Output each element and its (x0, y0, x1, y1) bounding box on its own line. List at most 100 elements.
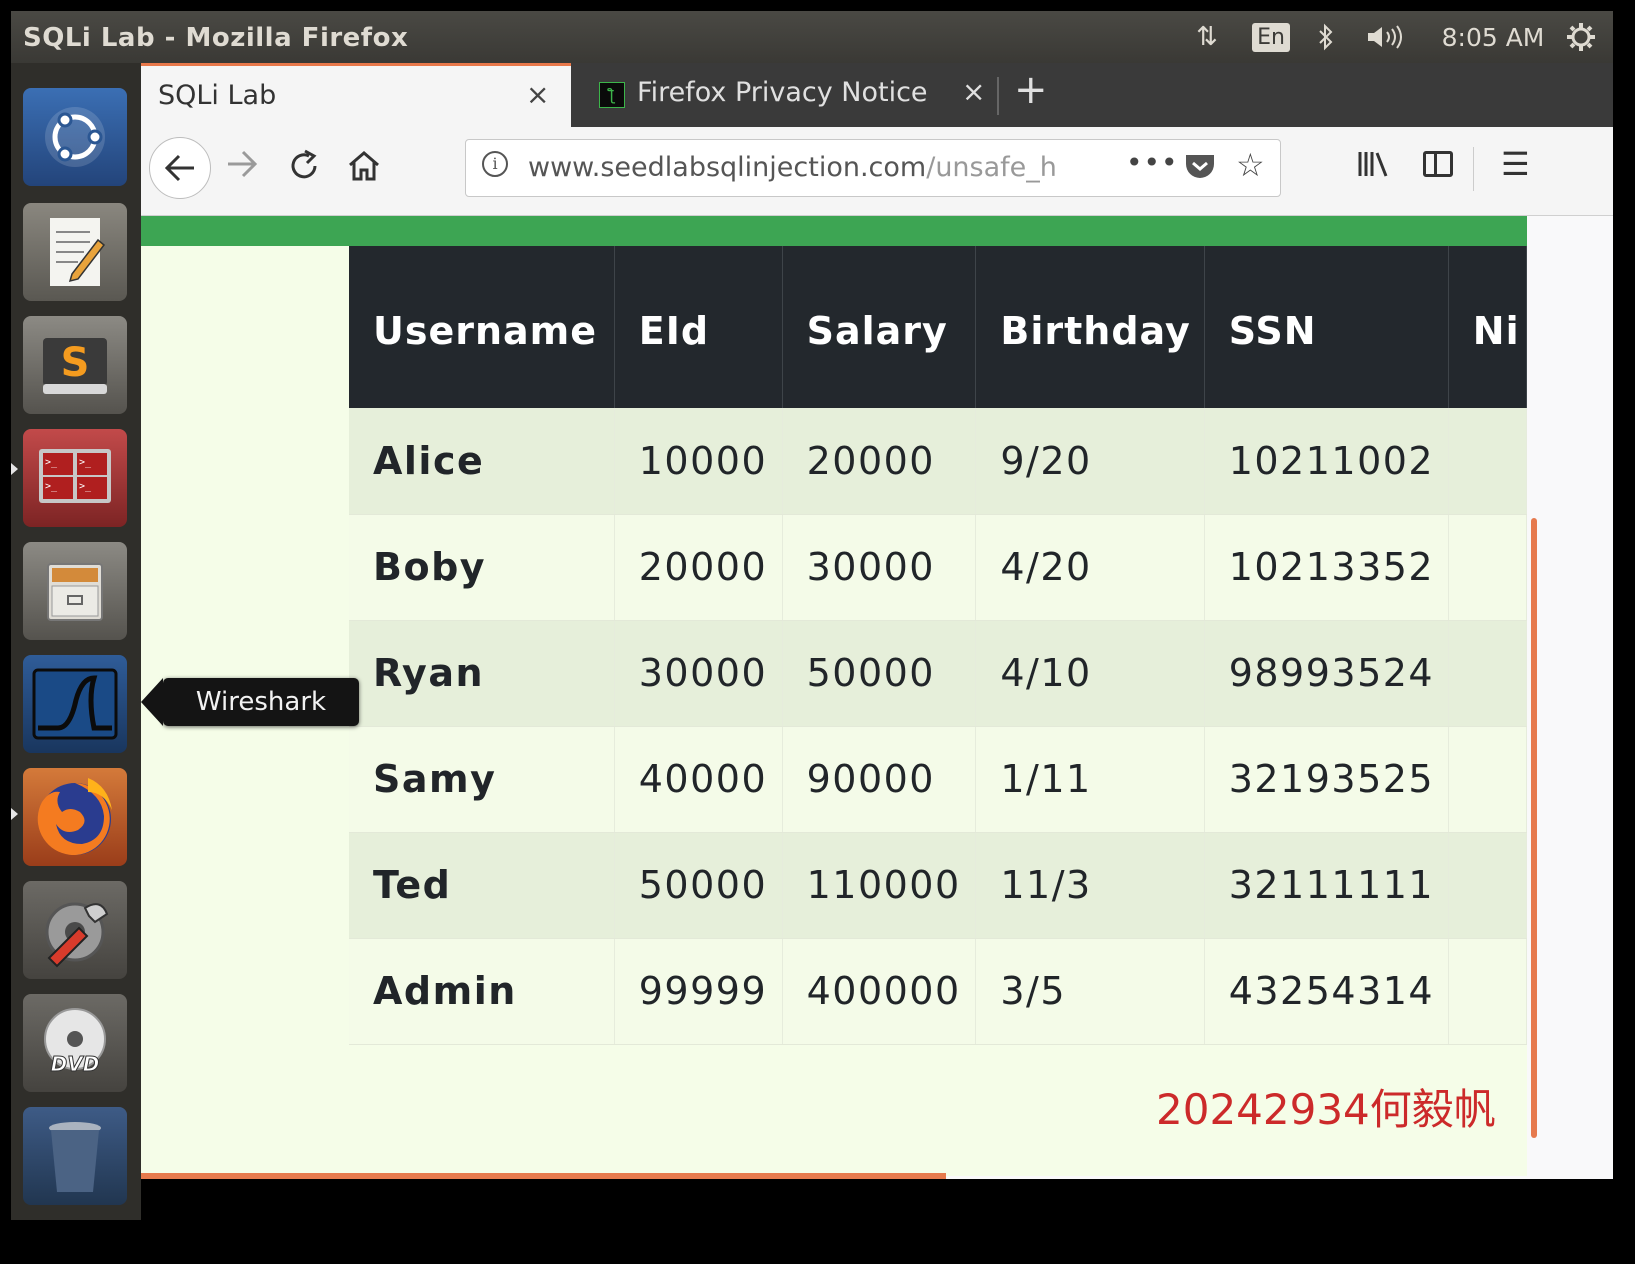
sidebar-toggle-icon[interactable] (1423, 151, 1453, 177)
column-header-username: Username (349, 246, 615, 408)
svg-text:>_: >_ (79, 481, 92, 492)
tab-label: SQLi Lab (158, 80, 277, 111)
url-bar[interactable]: i www.seedlabsqlinjection.com/unsafe_h •… (465, 139, 1281, 197)
cell-ssn: 10213352 (1204, 514, 1449, 621)
window-title: SQLi Lab - Mozilla Firefox (23, 23, 409, 53)
url-text[interactable]: www.seedlabsqlinjection.com/unsafe_h (528, 152, 1058, 183)
table-header-row: Username EId Salary Birthday SSN Ni (349, 246, 1527, 408)
tooltip-arrow (141, 678, 163, 726)
home-icon (349, 151, 379, 181)
cell-username: Alice (349, 408, 615, 515)
cell-ssn: 98993524 (1204, 620, 1449, 727)
cell-nickname (1448, 832, 1527, 939)
cell-salary: 400000 (782, 938, 977, 1045)
top-panel: SQLi Lab - Mozilla Firefox ⇅ En 8:05 AM (11, 11, 1613, 63)
cell-eid: 20000 (614, 514, 783, 621)
terminal-icon[interactable]: >_ >_ >_ >_ (23, 429, 127, 527)
svg-text:>_: >_ (45, 457, 58, 468)
reload-button[interactable] (287, 149, 321, 183)
tab-label: Firefox Privacy Notice — (637, 77, 927, 108)
table-row: Boby 20000 30000 4/20 10213352 (349, 514, 1527, 621)
table-row: Admin 99999 400000 3/5 43254314 (349, 938, 1527, 1045)
cell-birthday: 3/5 (975, 938, 1205, 1045)
favicon-icon: ƪ (599, 82, 625, 108)
back-button[interactable] (149, 137, 211, 199)
new-tab-button[interactable]: + (1014, 67, 1048, 113)
top-green-bar (141, 216, 1527, 246)
tab-firefox-privacy-notice[interactable]: ƪ Firefox Privacy Notice — × (577, 63, 997, 127)
cell-salary: 50000 (782, 620, 977, 727)
pocket-icon[interactable] (1184, 152, 1216, 186)
table-row: Ryan 30000 50000 4/10 98993524 (349, 620, 1527, 727)
cell-nickname (1448, 408, 1527, 515)
home-button[interactable] (347, 149, 381, 183)
cell-birthday: 4/10 (975, 620, 1205, 727)
volume-icon[interactable] (1361, 20, 1411, 54)
firefox-window: SQLi Lab × ƪ Firefox Privacy Notice — × … (141, 63, 1613, 1220)
cell-ssn: 43254314 (1204, 938, 1449, 1045)
cell-eid: 99999 (614, 938, 783, 1045)
dvd-drive-icon[interactable]: DVD (23, 994, 127, 1092)
navigation-toolbar: i www.seedlabsqlinjection.com/unsafe_h •… (141, 127, 1613, 216)
system-settings-icon[interactable] (23, 881, 127, 979)
bookmark-star-icon[interactable]: ☆ (1236, 146, 1265, 184)
keyboard-layout-indicator[interactable]: En (1251, 20, 1291, 54)
site-info-icon[interactable]: i (482, 151, 508, 177)
tooltip-label: Wireshark (195, 687, 327, 717)
tab-close-icon[interactable]: × (526, 78, 549, 111)
back-arrow-icon (164, 154, 194, 182)
svg-text:DVD: DVD (51, 1052, 100, 1076)
cell-ssn: 32111111 (1204, 832, 1449, 939)
cell-eid: 50000 (614, 832, 783, 939)
column-header-salary: Salary (782, 246, 977, 408)
reload-icon (291, 149, 317, 179)
column-header-nickname: Ni (1448, 246, 1527, 408)
unity-launcher: S >_ >_ >_ >_ DVD (11, 63, 141, 1220)
sublime-text-icon[interactable]: S (23, 316, 127, 414)
forward-button[interactable] (225, 149, 259, 179)
student-id-watermark: 20242934何毅帆 (1156, 1085, 1496, 1134)
column-header-eid: EId (614, 246, 783, 408)
bluetooth-icon[interactable] (1311, 20, 1341, 54)
clock[interactable]: 8:05 AM (1433, 20, 1553, 54)
table-row: Samy 40000 90000 1/11 32193525 (349, 726, 1527, 833)
tab-separator (997, 77, 999, 115)
column-header-birthday: Birthday (975, 246, 1205, 408)
cell-eid: 30000 (614, 620, 783, 727)
library-icon[interactable] (1357, 149, 1389, 186)
forward-arrow-icon (228, 150, 258, 178)
system-menu-gear-icon[interactable] (1561, 20, 1601, 54)
cell-ssn: 10211002 (1204, 408, 1449, 515)
text-editor-icon[interactable] (23, 203, 127, 301)
file-manager-icon[interactable] (23, 542, 127, 640)
hamburger-menu-icon[interactable]: ☰ (1501, 145, 1530, 183)
launcher-tooltip: Wireshark (141, 678, 359, 726)
tab-sqli-lab[interactable]: SQLi Lab × (141, 63, 571, 127)
desktop-screen: SQLi Lab - Mozilla Firefox ⇅ En 8:05 AM … (11, 11, 1613, 1220)
cell-nickname (1448, 620, 1527, 727)
firefox-icon[interactable] (23, 768, 127, 866)
url-path: /unsafe_h (926, 152, 1057, 183)
table-row: Ted 50000 110000 11/3 32111111 (349, 832, 1527, 939)
cell-username: Ryan (349, 620, 615, 727)
cell-birthday: 1/11 (975, 726, 1205, 833)
cell-nickname (1448, 726, 1527, 833)
ubuntu-dash-icon[interactable] (23, 88, 127, 186)
running-indicator (11, 808, 18, 820)
tab-close-icon[interactable]: × (962, 75, 985, 108)
url-domain: www.seedlabsqlinjection.com (528, 152, 927, 183)
cell-birthday: 9/20 (975, 408, 1205, 515)
wireshark-icon[interactable] (23, 655, 127, 753)
svg-text:>_: >_ (45, 481, 58, 492)
cell-eid: 40000 (614, 726, 783, 833)
network-icon[interactable]: ⇅ (1187, 20, 1227, 54)
keyboard-lang-label: En (1252, 22, 1290, 52)
cell-ssn: 32193525 (1204, 726, 1449, 833)
cell-username: Samy (349, 726, 615, 833)
running-indicator (11, 463, 18, 475)
trash-icon[interactable] (23, 1107, 127, 1205)
vertical-scrollbar[interactable] (1531, 518, 1537, 1138)
cell-nickname (1448, 514, 1527, 621)
page-actions-icon[interactable]: ••• (1126, 146, 1179, 179)
cell-birthday: 4/20 (975, 514, 1205, 621)
